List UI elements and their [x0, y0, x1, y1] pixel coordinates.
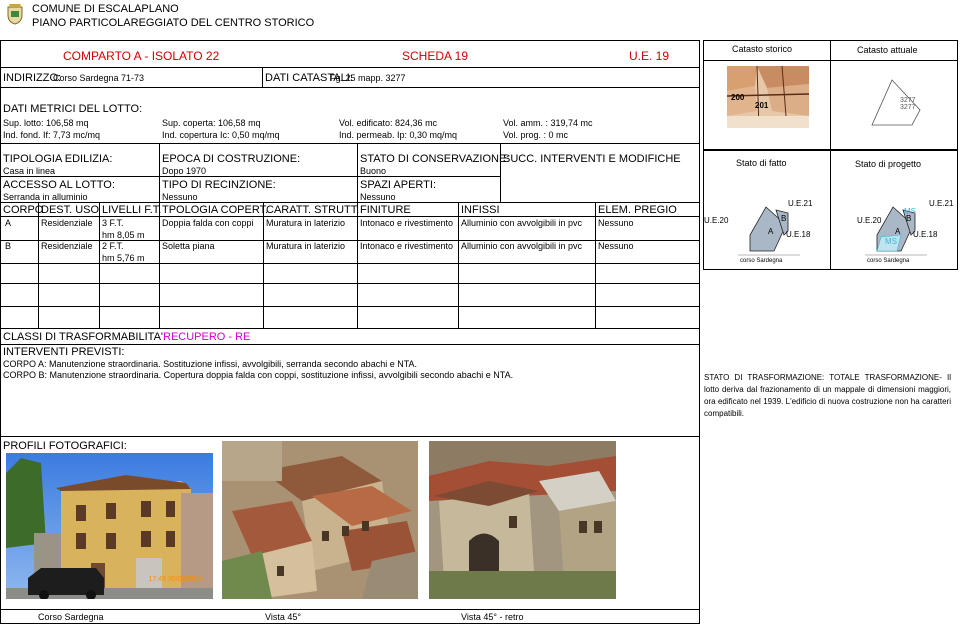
spazi-value: Nessuno — [360, 192, 396, 202]
storico-num-201: 201 — [755, 101, 769, 110]
piano-title: PIANO PARTICOLAREGGIATO DEL CENTRO STORI… — [32, 17, 315, 29]
row-a-corpo: A — [5, 218, 12, 228]
caption-vista-45: Vista 45° — [265, 612, 301, 622]
epoca-value: Dopo 1970 — [162, 166, 207, 176]
metric-vol-prog: Vol. prog. : 0 mc — [503, 130, 569, 140]
recinzione-value: Nessuno — [162, 192, 198, 202]
indirizzo-value: Corso Sardegna 71-73 — [53, 73, 145, 83]
row-a-finiture: Intonaco e rivestimento — [360, 218, 454, 228]
stato-trasformazione-text: STATO DI TRASFORMAZIONE: TOTALE TRASFORM… — [704, 373, 951, 418]
comune-title: COMUNE DI ESCALAPLANO — [32, 3, 179, 15]
photo-vista-45-retro — [429, 441, 616, 599]
row-a-infissi: Alluminio con avvolgibili in pvc — [461, 218, 583, 228]
col-infissi: INFISSI — [461, 204, 500, 216]
row-a-pregio: Nessuno — [598, 218, 634, 228]
row-b-altezza: hm 5,76 m — [102, 253, 145, 263]
row-b-copertura: Soletta piana — [162, 241, 215, 251]
scheda-title: SCHEDA 19 — [402, 49, 469, 63]
col-uso: DEST. USO — [41, 204, 100, 216]
accesso-value: Serranda in alluminio — [3, 192, 88, 202]
col-pregio: ELEM. PREGIO — [598, 204, 677, 216]
spazi-label: SPAZI APERTI: — [360, 179, 437, 191]
progetto-street: corso Sardegna — [867, 258, 910, 264]
tipologia-label: TIPOLOGIA EDILIZIA: — [3, 153, 113, 165]
ue-title: U.E. 19 — [629, 49, 670, 63]
row-a-copertura: Doppia falda con coppi — [162, 218, 254, 228]
metric-ic: Ind. copertura Ic: 0,50 mq/mq — [162, 130, 280, 140]
caption-corso-sardegna: Corso Sardegna — [38, 612, 104, 622]
interventi-corpo-b: CORPO B: Manutenzione straordinaria. Cop… — [3, 370, 514, 380]
col-livelli: LIVELLI F.T. — [102, 204, 162, 216]
row-b-uso: Residenziale — [41, 241, 93, 251]
epoca-label: EPOCA DI COSTRUZIONE: — [162, 153, 301, 165]
catasto-attuale-map: 3277 3277 — [870, 75, 930, 130]
caption-vista-45-retro: Vista 45° - retro — [461, 612, 524, 622]
photo-vista-45 — [222, 441, 418, 599]
catasto-storico-label: Catasto storico — [732, 44, 793, 54]
fatto-ue20: U.E.20 — [704, 216, 729, 225]
interventi-corpo-a: CORPO A: Manutenzione straordinaria. Sos… — [3, 359, 418, 369]
stato-fatto-plan: U.E.21 U.E.20 B A U.E.18 corso Sardegna — [704, 195, 830, 270]
stato-value: Buono — [360, 166, 387, 176]
row-a-livelli: 3 F.T. — [102, 218, 124, 228]
row-b-infissi: Alluminio con avvolgibili in pvc — [461, 241, 583, 251]
classi-label: CLASSI DI TRASFORMABILITA': — [3, 331, 167, 343]
progetto-ue20: U.E.20 — [857, 216, 882, 225]
row-a-altezza: hm 8,05 m — [102, 230, 145, 240]
comparto-title: COMPARTO A - ISOLATO 22 — [63, 49, 220, 63]
photo-corso-sardegna: 17:45 30/08/2014 — [6, 453, 213, 599]
catasto-attuale-label: Catasto attuale — [857, 45, 918, 55]
progetto-ue18: U.E.18 — [913, 230, 938, 239]
row-b-corpo: B — [5, 241, 12, 251]
stato-fatto-label: Stato di fatto — [736, 158, 787, 168]
metric-vol-amm: Vol. amm. : 319,74 mc — [503, 118, 593, 128]
recinzione-label: TIPO DI RECINZIONE: — [162, 179, 276, 191]
stato-progetto-label: Stato di progetto — [855, 159, 922, 169]
coat-of-arms-icon — [6, 3, 24, 25]
metric-lotto: Sup. lotto: 106,58 mq — [3, 118, 89, 128]
col-strutt: CARATT. STRUTT. — [266, 204, 360, 216]
attuale-num-2: 3277 — [900, 104, 916, 111]
fatto-ue18: U.E.18 — [786, 230, 811, 239]
fatto-street: corso Sardegna — [740, 258, 783, 264]
row-b-livelli: 2 F.T. — [102, 241, 124, 251]
progetto-b: B — [906, 214, 912, 223]
tipologia-value: Casa in linea — [3, 166, 56, 176]
stato-progetto-plan: U.E.21 U.E.20 MS B A MS U.E.18 corso Sar… — [831, 195, 957, 270]
photo-stamp: 17:45 30/08/2014 — [148, 576, 204, 583]
metric-ip: Ind. permeab. Ip: 0,30 mq/mq — [339, 130, 458, 140]
metrics-title: DATI METRICI DEL LOTTO: — [3, 103, 143, 115]
fatto-a: A — [768, 227, 774, 236]
progetto-a: A — [895, 227, 901, 236]
metric-coperta: Sup. coperta: 106,58 mq — [162, 118, 261, 128]
succ-label: SUCC. INTERVENTI E MODIFICHE — [503, 153, 681, 165]
catastali-value: Fg. 25 mapp. 3277 — [330, 73, 406, 83]
row-b-pregio: Nessuno — [598, 241, 634, 251]
row-b-finiture: Intonaco e rivestimento — [360, 241, 454, 251]
classi-value: RECUPERO - RE — [163, 331, 251, 343]
row-a-uso: Residenziale — [41, 218, 93, 228]
fatto-ue21: U.E.21 — [788, 199, 813, 208]
progetto-ue21: U.E.21 — [929, 199, 954, 208]
row-b-strutt: Muratura in laterizio — [266, 241, 346, 251]
col-copertura: TPOLOGIA COPERT. — [162, 204, 269, 216]
progetto-ms: MS — [885, 237, 897, 246]
attuale-num-1: 3277 — [900, 97, 916, 104]
col-finiture: FINITURE — [360, 204, 411, 216]
catasto-storico-map: 200 201 — [727, 66, 809, 128]
metric-vol-edificato: Vol. edificato: 824,36 mc — [339, 118, 438, 128]
accesso-label: ACCESSO AL LOTTO: — [3, 179, 115, 191]
row-a-strutt: Muratura in laterizio — [266, 218, 346, 228]
stato-label: STATO DI CONSERVAZIONE: — [360, 153, 510, 165]
storico-num-200: 200 — [731, 93, 745, 102]
metric-if: Ind. fond. If: 7,73 mc/mq — [3, 130, 101, 140]
interventi-label: INTERVENTI PREVISTI: — [3, 346, 125, 358]
profili-label: PROFILI FOTOGRAFICI: — [3, 440, 127, 452]
fatto-b: B — [781, 214, 787, 223]
